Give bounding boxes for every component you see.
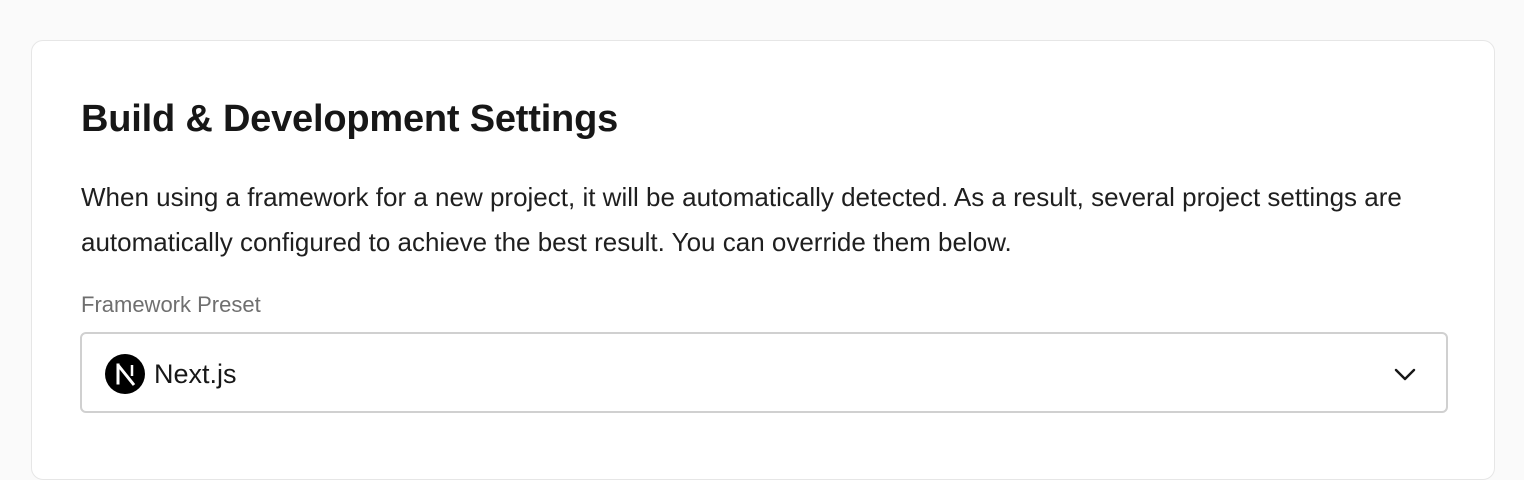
section-description: When using a framework for a new project…: [81, 182, 1402, 257]
framework-preset-value: Next.js: [154, 359, 237, 389]
chevron-down-icon: [1394, 368, 1416, 381]
framework-preset-select[interactable]: Next.js: [80, 332, 1448, 413]
section-title: Build & Development Settings: [81, 98, 619, 140]
nextjs-logo-icon: [105, 354, 145, 394]
build-settings-card: Build & Development Settings When using …: [31, 40, 1495, 480]
framework-preset-label: Framework Preset: [81, 292, 261, 317]
